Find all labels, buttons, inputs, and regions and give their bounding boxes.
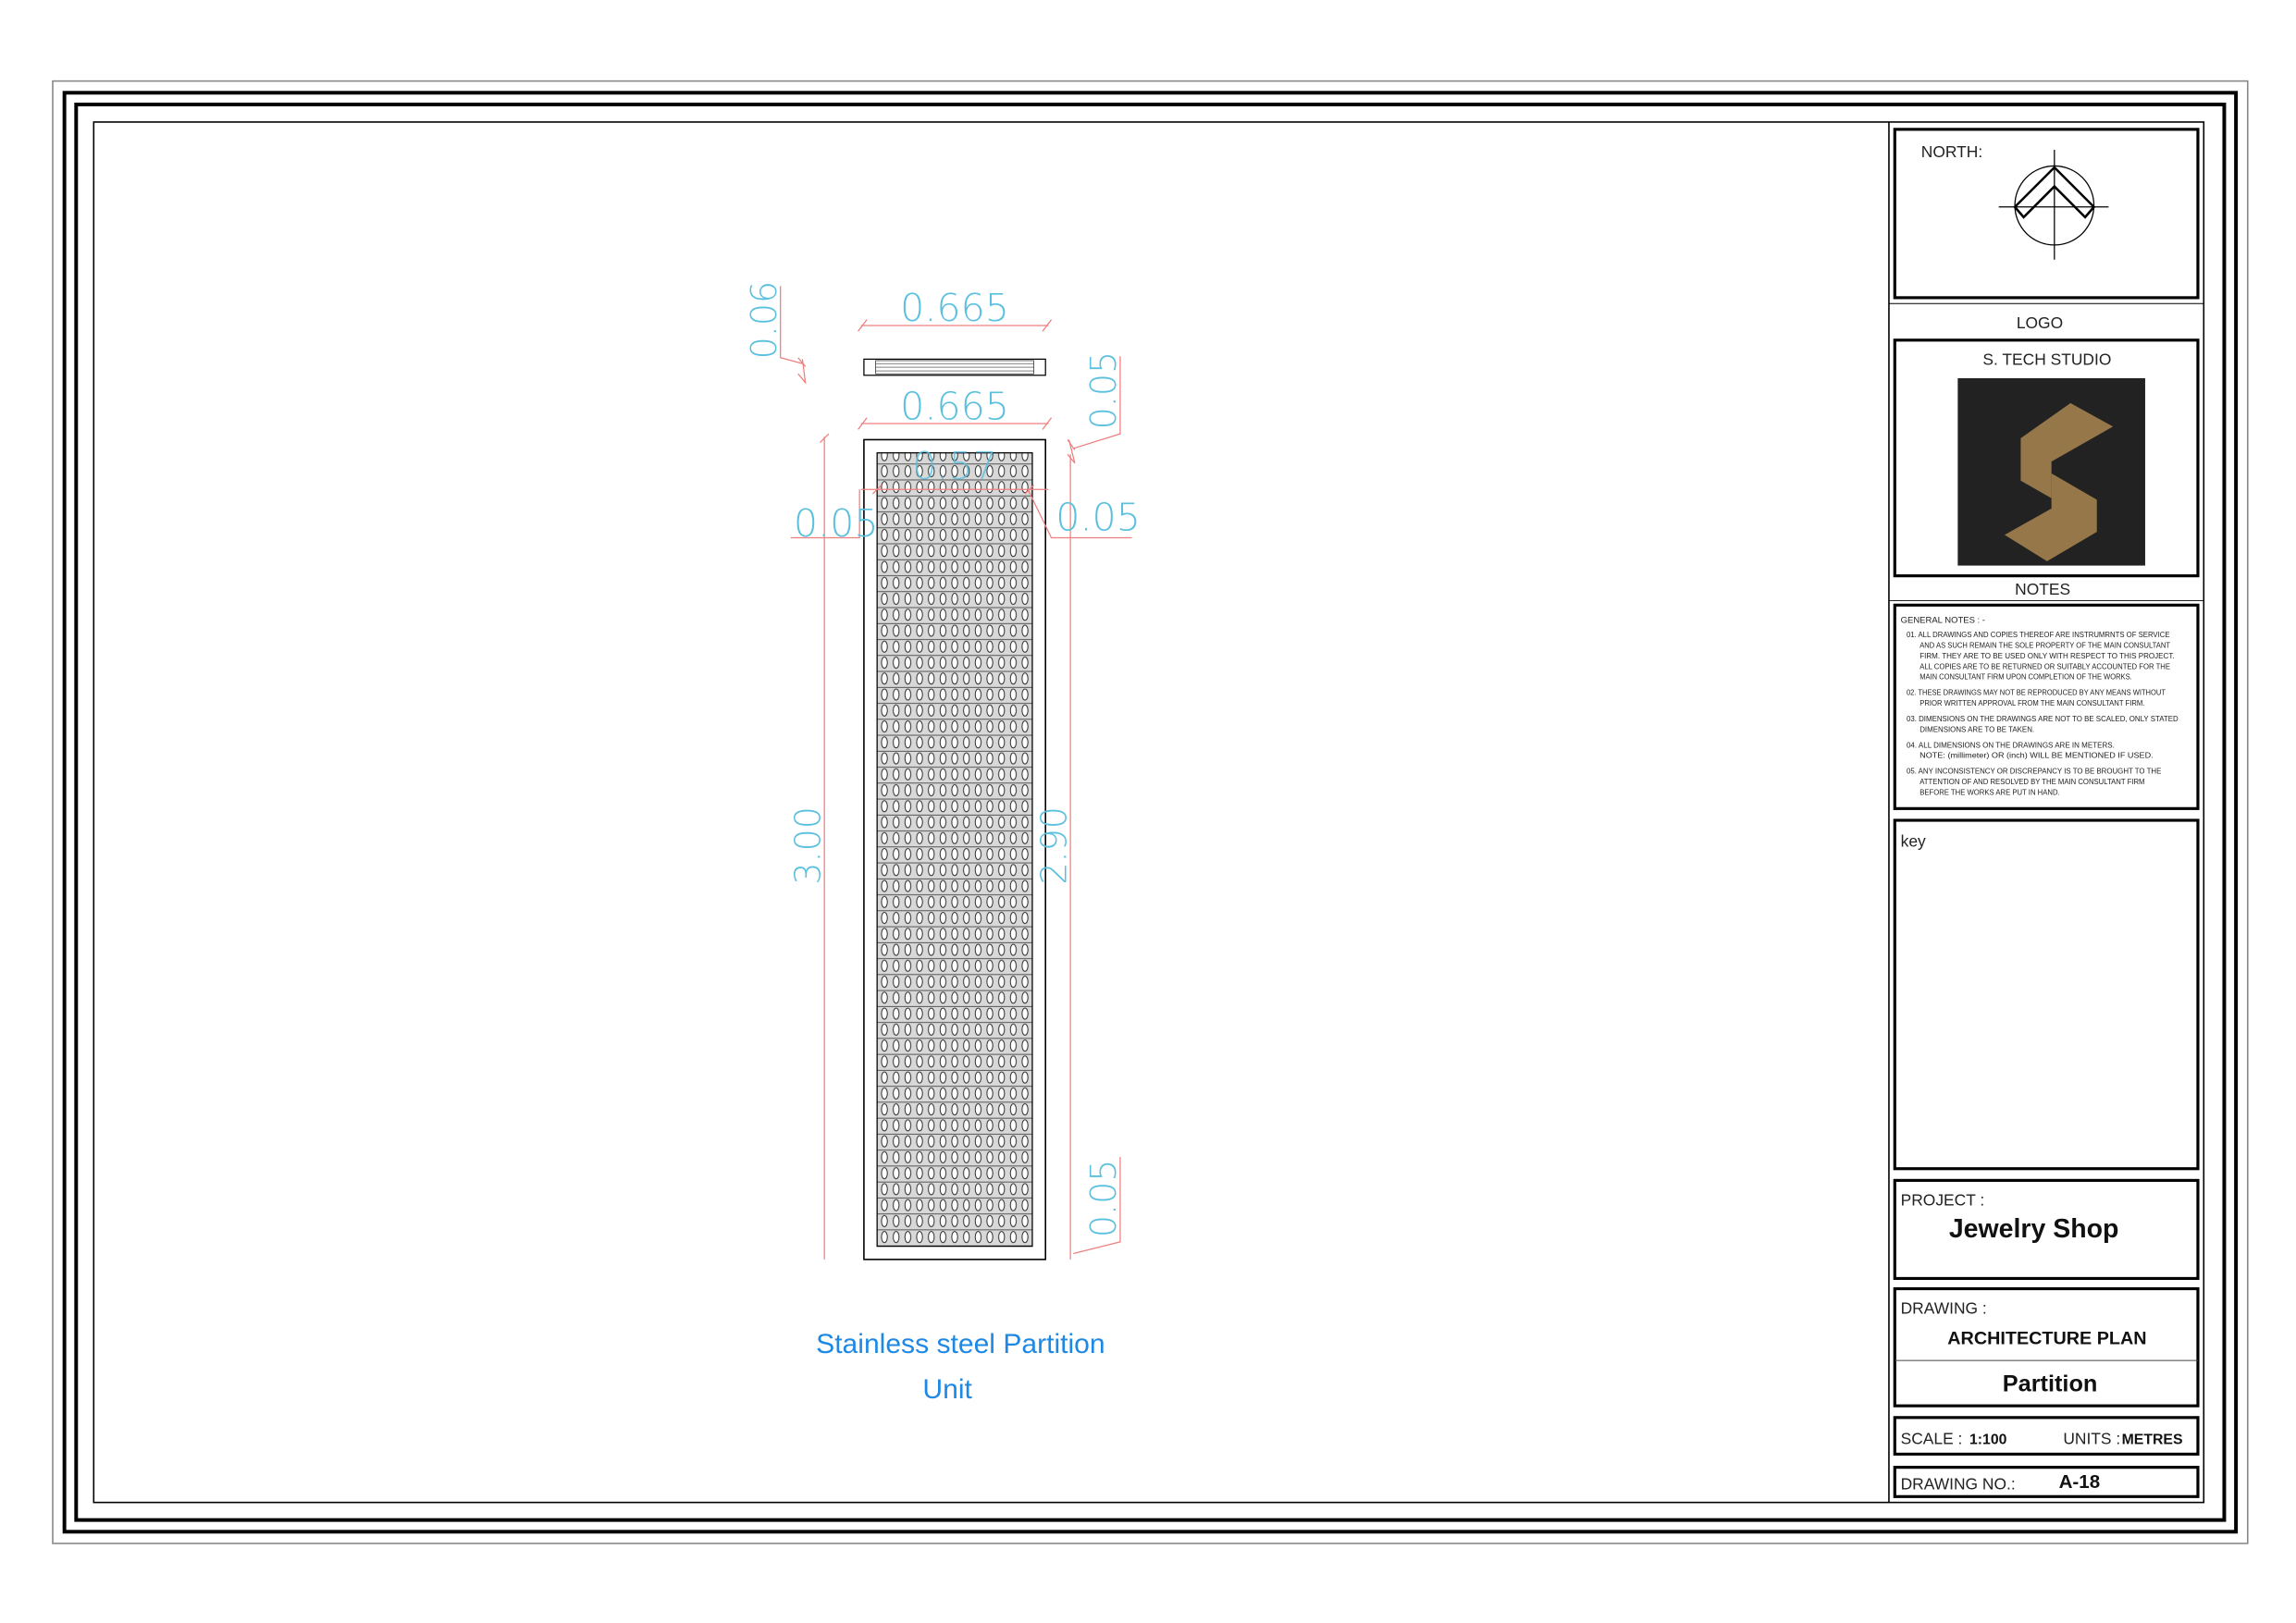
- scale-label: SCALE :: [1901, 1429, 1963, 1447]
- drawing-label: DRAWING :: [1901, 1298, 1987, 1317]
- general-notes-title: GENERAL NOTES : -: [1901, 615, 1985, 625]
- drawing-type: ARCHITECTURE PLAN: [1947, 1329, 2146, 1349]
- north-arrow-icon: [1998, 150, 2109, 260]
- note-line: NOTE: (millimeter) OR (inch) WILL BE MEN…: [1920, 752, 2153, 760]
- dim-right-top-offset: 0.05: [1083, 351, 1124, 430]
- dim-top-width: 0.665: [900, 286, 1009, 330]
- top-strip-view: [863, 358, 1046, 376]
- drawing-area: [93, 121, 2205, 1504]
- note-line: 05. ANY INCONSISTENCY OR DISCREPANCY IS …: [1907, 768, 2161, 776]
- note-line: AND AS SUCH REMAIN THE SOLE PROPERTY OF …: [1920, 642, 2170, 650]
- notes-list: 01. ALL DRAWINGS AND COPIES THEREOF ARE …: [1907, 631, 2179, 796]
- key-box: [1893, 818, 2200, 1171]
- dim-total-height: 3.00: [787, 806, 828, 885]
- partition-panel: [863, 438, 1046, 1260]
- note-line: 03. DIMENSIONS ON THE DRAWINGS ARE NOT T…: [1907, 715, 2179, 723]
- note-line: FIRM. THEY ARE TO BE USED ONLY WITH RESP…: [1920, 652, 2174, 660]
- north-label: NORTH:: [1921, 142, 1982, 161]
- dim-bottom-offset: 0.05: [1083, 1160, 1124, 1238]
- notes-label: NOTES: [2015, 580, 2070, 598]
- caption-line-1: Stainless steel Partition: [816, 1329, 1105, 1359]
- caption-line-2: Unit: [922, 1374, 972, 1405]
- dim-inner-height: 2.90: [1033, 806, 1074, 885]
- note-line: ALL COPIES ARE TO BE RETURNED OR SUITABL…: [1920, 662, 2170, 670]
- note-line: 02. THESE DRAWINGS MAY NOT BE REPRODUCED…: [1907, 689, 2166, 697]
- drawing-no-label: DRAWING NO.:: [1901, 1474, 2016, 1493]
- units-value: METRES: [2122, 1432, 2183, 1447]
- dim-panel-width: 0.665: [900, 384, 1009, 428]
- outer-border: [52, 80, 2249, 1544]
- key-label: key: [1901, 831, 1926, 850]
- project-name: Jewelry Shop: [1949, 1214, 2119, 1244]
- note-line: ATTENTION OF AND RESOLVED BY THE MAIN CO…: [1920, 778, 2144, 786]
- logo-label: LOGO: [2017, 314, 2063, 332]
- scale-value: 1:100: [1969, 1432, 2007, 1447]
- note-line: BEFORE THE WORKS ARE PUT IN HAND.: [1920, 788, 2059, 796]
- dim-inner-width: 0.57: [912, 444, 997, 488]
- dim-right-side: 0.05: [1055, 496, 1141, 540]
- dim-top-thickness: 0.06: [744, 281, 784, 360]
- note-line: PRIOR WRITTEN APPROVAL FROM THE MAIN CON…: [1920, 699, 2144, 707]
- project-label: PROJECT :: [1901, 1190, 1985, 1209]
- note-line: DIMENSIONS ARE TO BE TAKEN.: [1920, 725, 2034, 733]
- drawing-sheet: 0.665 0.665 0.57 0.06 0.05 0.05 0.05 3.0…: [52, 80, 2249, 1544]
- units-label: UNITS :: [2063, 1429, 2120, 1447]
- note-line: 01. ALL DRAWINGS AND COPIES THEREOF ARE …: [1907, 631, 2170, 639]
- studio-logo: [1957, 377, 2145, 566]
- note-line: 04. ALL DIMENSIONS ON THE DRAWINGS ARE I…: [1907, 741, 2115, 749]
- drawing-name: Partition: [2003, 1371, 2098, 1396]
- studio-name: S. TECH STUDIO: [1982, 350, 2111, 369]
- drawing-no-value: A-18: [2059, 1471, 2101, 1493]
- dim-left-side: 0.05: [794, 501, 879, 546]
- note-line: MAIN CONSULTANT FIRM UPON COMPLETION OF …: [1920, 673, 2132, 682]
